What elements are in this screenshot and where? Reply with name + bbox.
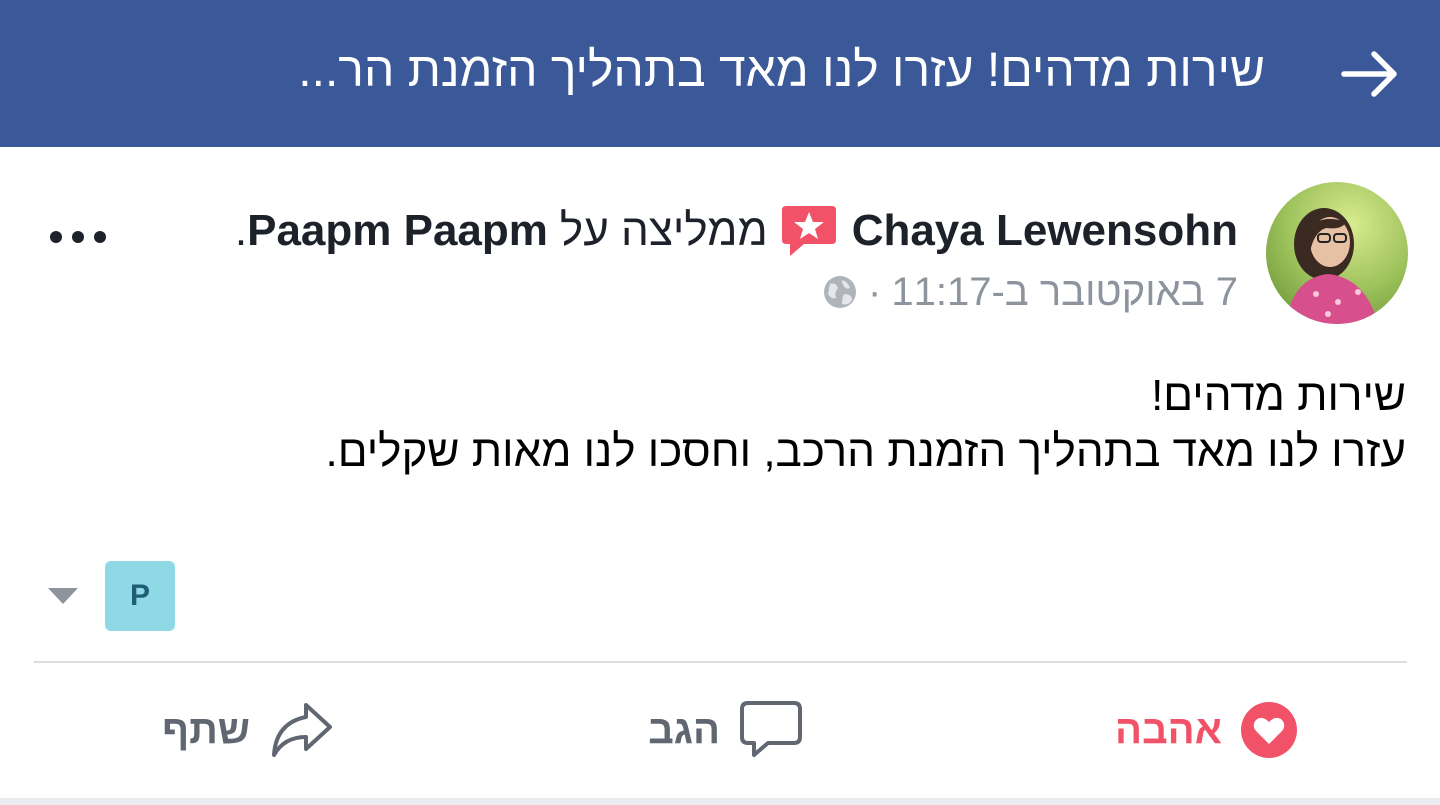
- post-timestamp[interactable]: 7 באוקטובר ב-11:17: [891, 270, 1238, 315]
- page-title: שירות מדהים! עזרו לנו מאד בתהליך הזמנת ה…: [298, 44, 1265, 97]
- post-meta: 7 באוקטובר ב-11:17 ·: [822, 264, 1238, 320]
- post-text-line: עזרו לנו מאד בתהליך הזמנת הרכב, וחסכו לנ…: [325, 427, 1406, 476]
- page-chip[interactable]: P: [105, 561, 175, 631]
- page-name[interactable]: Paapm Paapm: [247, 206, 548, 256]
- end-punctuation: .: [234, 206, 248, 255]
- comment-button[interactable]: הגב: [648, 690, 804, 770]
- post-text: שירות מדהים! עזרו לנו מאד בתהליך הזמנת ה…: [26, 368, 1406, 480]
- divider: [34, 661, 1407, 663]
- share-label: שתף: [162, 707, 250, 752]
- share-icon: [272, 703, 332, 757]
- meta-separator: ·: [868, 269, 882, 314]
- love-button[interactable]: אהבה: [1115, 690, 1298, 770]
- love-label: אהבה: [1115, 707, 1222, 752]
- share-button[interactable]: שתף: [162, 690, 334, 770]
- comment-label: הגב: [648, 707, 720, 752]
- top-bar: שירות מדהים! עזרו לנו מאד בתהליך הזמנת ה…: [0, 0, 1440, 147]
- caret-down-icon[interactable]: [46, 584, 80, 606]
- heart-icon: [1241, 702, 1297, 758]
- post-header: Chaya Lewensohn ממליצה על Paapm Paapm .: [235, 196, 1238, 266]
- author-name[interactable]: Chaya Lewensohn: [852, 206, 1238, 256]
- recommends-text: ממליצה על: [559, 206, 768, 255]
- more-dots-icon[interactable]: [46, 222, 110, 252]
- recommendation-star-icon: [781, 206, 836, 256]
- globe-icon: [824, 276, 857, 308]
- post-text-line: שירות מדהים!: [1151, 371, 1406, 420]
- back-arrow-icon[interactable]: [1338, 42, 1402, 106]
- avatar[interactable]: [1266, 182, 1408, 324]
- bottom-separator: [0, 798, 1440, 805]
- comment-icon: [740, 701, 802, 757]
